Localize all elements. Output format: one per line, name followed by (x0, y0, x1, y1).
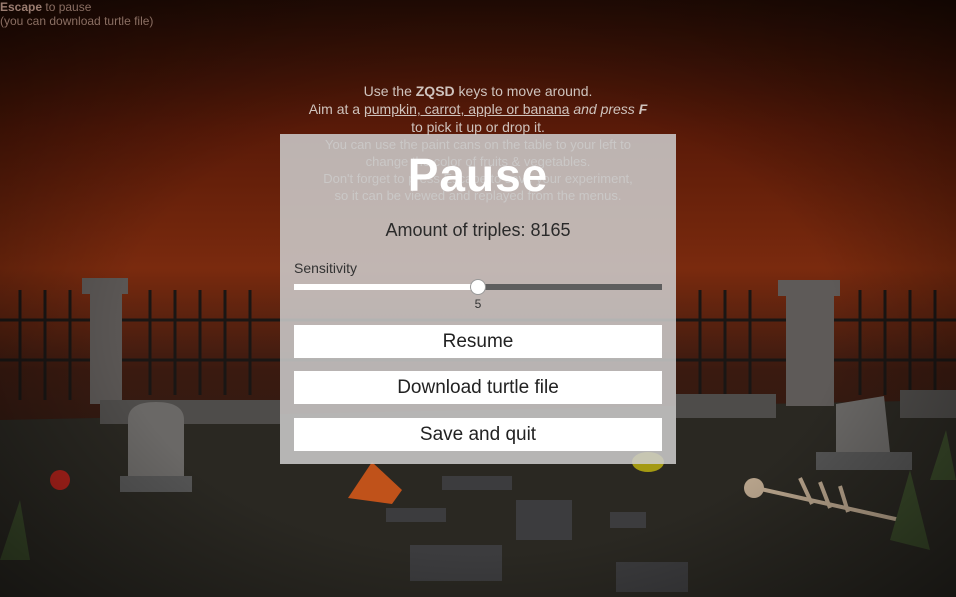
slider-track[interactable] (478, 284, 662, 290)
slider-fill (294, 284, 478, 290)
hud-hint: Escape to pause (you can download turtle… (0, 0, 153, 28)
download-turtle-button[interactable]: Download turtle file (294, 371, 662, 404)
escape-hint: Escape to pause (0, 0, 92, 14)
sensitivity-value: 5 (474, 297, 482, 311)
slider-handle[interactable] (470, 279, 486, 295)
sensitivity-label: Sensitivity (294, 260, 358, 276)
instruction-line-2: Aim at a pumpkin, carrot, apple or banan… (308, 101, 648, 117)
triples-count: Amount of triples: 8165 (385, 220, 571, 240)
resume-button[interactable]: Resume (294, 325, 662, 358)
instruction-line-1: Use the ZQSD keys to move around. (363, 83, 593, 99)
sensitivity-slider[interactable] (294, 279, 662, 295)
download-hint: (you can download turtle file) (0, 14, 154, 28)
pause-menu: Pause Amount of triples: 8165 Sensitivit… (280, 134, 676, 464)
save-quit-button[interactable]: Save and quit (294, 418, 662, 451)
pause-title: Pause (407, 149, 549, 201)
